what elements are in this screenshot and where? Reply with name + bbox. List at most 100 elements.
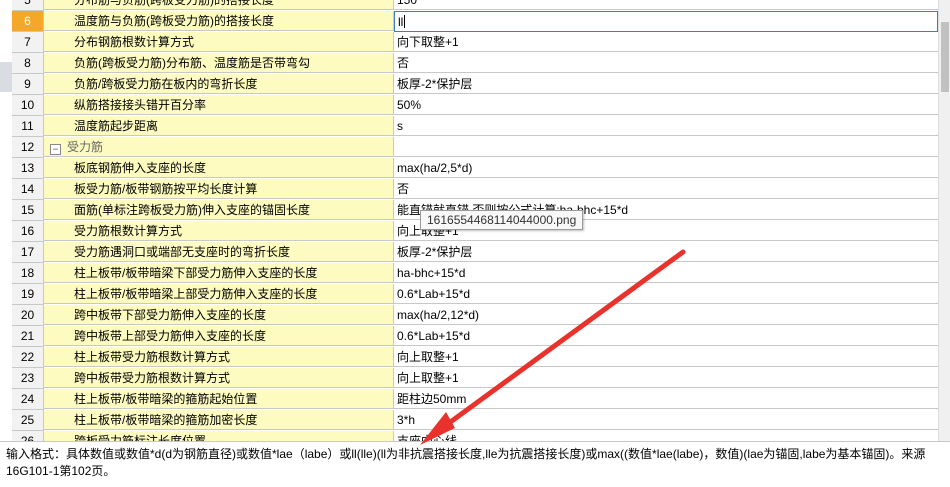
- property-name: 受力筋根数计算方式: [44, 221, 394, 241]
- property-value-text: 向上取整+1: [397, 350, 459, 364]
- table-row[interactable]: 26 跨板受力筋标注长度位置 支座中心线: [12, 431, 938, 441]
- property-value[interactable]: 支座中心线: [394, 431, 938, 441]
- property-value[interactable]: s: [394, 116, 938, 136]
- row-number: 22: [12, 347, 44, 368]
- property-name: 跨中板带受力筋根数计算方式: [44, 368, 394, 388]
- table-row[interactable]: 21 跨中板带上部受力筋伸入支座的长度 0.6*Lab+15*d: [12, 326, 938, 347]
- row-number: 10: [12, 95, 44, 116]
- table-row[interactable]: 24 柱上板带/板带暗梁的箍筋起始位置 距柱边50mm: [12, 389, 938, 410]
- row-number: 11: [12, 116, 44, 137]
- property-value[interactable]: 否: [394, 53, 938, 73]
- property-value[interactable]: 板厚-2*保护层: [394, 242, 938, 262]
- property-name: 柱上板带/板带暗梁的箍筋加密长度: [44, 410, 394, 430]
- group-label: 受力筋: [67, 140, 104, 154]
- property-value[interactable]: 向上取整+1: [394, 368, 938, 388]
- row-number: 9: [12, 74, 44, 95]
- property-value-text: 否: [397, 182, 410, 196]
- row-number: 19: [12, 284, 44, 305]
- property-value-text: 50%: [397, 98, 422, 112]
- table-row[interactable]: 8 负筋(跨板受力筋)分布筋、温度筋是否带弯勾否: [12, 53, 938, 74]
- property-value[interactable]: 0.6*Lab+15*d: [394, 326, 938, 346]
- row-number: 26: [12, 431, 44, 441]
- property-value[interactable]: 3*h: [394, 410, 938, 430]
- property-value-text: s: [397, 119, 403, 133]
- table-row[interactable]: 22 柱上板带受力筋根数计算方式 向上取整+1: [12, 347, 938, 368]
- property-value[interactable]: 0.6*Lab+15*d: [394, 284, 938, 304]
- table-row[interactable]: 17 受力筋遇洞口或端部无支座时的弯折长度 板厚-2*保护层: [12, 242, 938, 263]
- property-name: 温度筋与负筋(跨板受力筋)的搭接长度: [44, 11, 394, 31]
- vertical-scrollbar[interactable]: [938, 0, 950, 441]
- property-value[interactable]: 板厚-2*保护层: [394, 74, 938, 94]
- row-number: 25: [12, 410, 44, 431]
- row-number: 21: [12, 326, 44, 347]
- row-number: 6: [12, 11, 44, 32]
- table-row[interactable]: 20 跨中板带下部受力筋伸入支座的长度 max(ha/2,12*d): [12, 305, 938, 326]
- property-name: 跨中板带下部受力筋伸入支座的长度: [44, 305, 394, 325]
- table-row[interactable]: 19 柱上板带/板带暗梁上部受力筋伸入支座的长度 0.6*Lab+15*d: [12, 284, 938, 305]
- row-number: 8: [12, 53, 44, 74]
- property-value[interactable]: 50%: [394, 95, 938, 115]
- table-row[interactable]: 18 柱上板带/板带暗梁下部受力筋伸入支座的长度 ha-bhc+15*d: [12, 263, 938, 284]
- property-value-text: 支座中心线: [397, 434, 458, 441]
- property-value-text: 0.6*Lab+15*d: [397, 287, 471, 301]
- table-row[interactable]: 25 柱上板带/板带暗梁的箍筋加密长度 3*h: [12, 410, 938, 431]
- property-value[interactable]: [394, 137, 938, 157]
- property-value-text: ll: [398, 15, 404, 29]
- property-value-text: max(ha/2,5*d): [397, 161, 473, 175]
- property-value-text: 距柱边50mm: [397, 392, 467, 406]
- property-value-text: 板厚-2*保护层: [397, 77, 473, 91]
- property-name: 柱上板带/板带暗梁下部受力筋伸入支座的长度: [44, 263, 394, 283]
- row-number: 18: [12, 263, 44, 284]
- property-value-text: 否: [397, 56, 410, 70]
- property-value[interactable]: max(ha/2,12*d): [394, 305, 938, 325]
- property-name: 纵筋搭接接头错开百分率: [44, 95, 394, 115]
- property-name: 面筋(单标注跨板受力筋)伸入支座的锚固长度: [44, 200, 394, 220]
- property-value-text: 3*h: [397, 413, 416, 427]
- row-number: 20: [12, 305, 44, 326]
- table-row[interactable]: 9 负筋/跨板受力筋在板内的弯折长度 板厚-2*保护层: [12, 74, 938, 95]
- row-number: 16: [12, 221, 44, 242]
- group-header[interactable]: − 受力筋: [44, 137, 394, 157]
- table-row[interactable]: 23 跨中板带受力筋根数计算方式 向上取整+1: [12, 368, 938, 389]
- property-value[interactable]: max(ha/2,5*d): [394, 158, 938, 178]
- table-row[interactable]: 11 温度筋起步距离 s: [12, 116, 938, 137]
- property-value-text: 板厚-2*保护层: [397, 245, 473, 259]
- property-value-text: 向上取整+1: [397, 371, 459, 385]
- help-panel: 输入格式：具体数值或数值*d(d为钢筋直径)或数值*lae（labe）或ll(l…: [0, 441, 950, 487]
- property-value[interactable]: 150: [394, 0, 938, 10]
- property-value[interactable]: ha-bhc+15*d: [394, 263, 938, 283]
- row-number: 13: [12, 158, 44, 179]
- property-value-editor[interactable]: ll: [394, 11, 938, 32]
- text-caret: [404, 15, 406, 28]
- row-number: 17: [12, 242, 44, 263]
- table-row[interactable]: 13 板底钢筋伸入支座的长度 max(ha/2,5*d): [12, 158, 938, 179]
- table-row[interactable]: 14 板受力筋/板带钢筋按平均长度计算否: [12, 179, 938, 200]
- table-row[interactable]: 7 分布钢筋根数计算方式 向下取整+1: [12, 32, 938, 53]
- row-number: 12: [12, 137, 44, 158]
- property-value-text: max(ha/2,12*d): [397, 308, 480, 322]
- left-panel-marker: [0, 62, 12, 92]
- property-value[interactable]: 距柱边50mm: [394, 389, 938, 409]
- table-row[interactable]: 6 温度筋与负筋(跨板受力筋)的搭接长度 ll: [12, 11, 938, 32]
- property-name: 负筋/跨板受力筋在板内的弯折长度: [44, 74, 394, 94]
- scrollbar-thumb[interactable]: [941, 22, 949, 92]
- property-value-text: 150: [397, 0, 418, 7]
- property-name: 板底钢筋伸入支座的长度: [44, 158, 394, 178]
- collapse-icon[interactable]: −: [50, 144, 61, 155]
- input-format-help-text: 输入格式：具体数值或数值*d(d为钢筋直径)或数值*lae（labe）或ll(l…: [6, 447, 926, 478]
- property-name: 分布钢筋根数计算方式: [44, 32, 394, 52]
- property-value[interactable]: 向下取整+1: [394, 32, 938, 52]
- property-name: 板受力筋/板带钢筋按平均长度计算: [44, 179, 394, 199]
- property-value[interactable]: 否: [394, 179, 938, 199]
- property-name: 柱上板带/板带暗梁上部受力筋伸入支座的长度: [44, 284, 394, 304]
- row-number: 7: [12, 32, 44, 53]
- row-number: 5: [12, 0, 44, 11]
- property-name: 受力筋遇洞口或端部无支座时的弯折长度: [44, 242, 394, 262]
- row-number: 24: [12, 389, 44, 410]
- property-value[interactable]: 向上取整+1: [394, 347, 938, 367]
- table-row[interactable]: 12− 受力筋: [12, 137, 938, 158]
- table-row[interactable]: 5 分布筋与负筋(跨板受力筋)的搭接长度 150: [12, 0, 938, 11]
- property-name: 跨板受力筋标注长度位置: [44, 431, 394, 441]
- table-row[interactable]: 10 纵筋搭接接头错开百分率 50%: [12, 95, 938, 116]
- property-value-text: 0.6*Lab+15*d: [397, 329, 471, 343]
